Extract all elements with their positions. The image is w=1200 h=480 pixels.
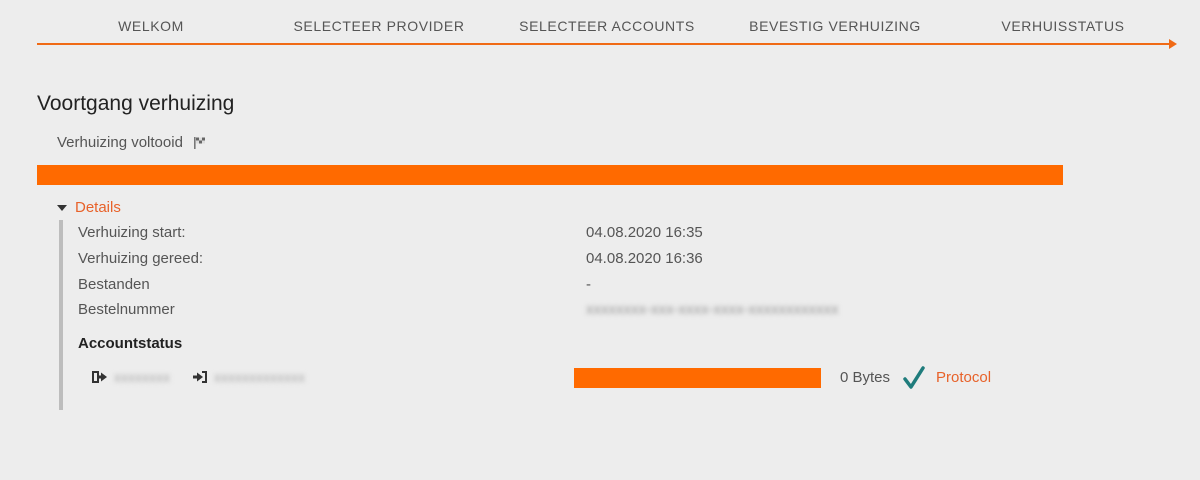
- account-progress-bar: [574, 368, 821, 388]
- sign-in-icon: [192, 369, 208, 385]
- caret-down-icon: [57, 204, 67, 211]
- status-text: Verhuizing voltooid: [57, 134, 183, 151]
- step-bevestig-verhuizing[interactable]: BEVESTIG VERHUIZING: [749, 18, 921, 34]
- detail-label-order: Bestelnummer: [78, 301, 175, 318]
- overall-progress-bar: [37, 165, 1063, 185]
- step-welkom[interactable]: WELKOM: [118, 18, 184, 34]
- detail-label-end: Verhuizing gereed:: [78, 250, 204, 267]
- detail-label-start: Verhuizing start:: [78, 224, 186, 241]
- account-progress-fill: [574, 368, 821, 388]
- detail-value-end: 04.08.2020 16:36: [586, 250, 703, 267]
- status-line: Verhuizing voltooid: [57, 134, 207, 151]
- detail-label-files: Bestanden: [78, 276, 150, 293]
- check-icon: [903, 366, 925, 390]
- step-arrow-icon: [1169, 39, 1177, 49]
- accounts-heading: Accountstatus: [78, 335, 183, 352]
- step-selecteer-accounts[interactable]: SELECTEER ACCOUNTS: [519, 18, 695, 34]
- checkered-flag-icon: [193, 136, 207, 150]
- target-account-name: xxxxxxxxxxxxx: [214, 369, 305, 385]
- protocol-link[interactable]: Protocol: [936, 369, 991, 386]
- source-account-name: xxxxxxxx: [114, 369, 170, 385]
- detail-value-order: xxxxxxxx-xxx-xxxx-xxxx-xxxxxxxxxxxx: [586, 301, 839, 318]
- account-row: xxxxxxxx xxxxxxxxxxxxx 0 Bytes Protocol: [92, 366, 1012, 390]
- detail-value-start: 04.08.2020 16:35: [586, 224, 703, 241]
- page-title: Voortgang verhuizing: [37, 92, 235, 115]
- account-bytes: 0 Bytes: [840, 369, 891, 386]
- step-verhuisstatus[interactable]: VERHUISSTATUS: [1001, 18, 1124, 34]
- sign-out-icon: [92, 369, 108, 385]
- overall-progress-fill: [37, 165, 1063, 185]
- step-progress-line: [37, 43, 1171, 45]
- details-toggle-label: Details: [75, 199, 121, 216]
- wizard-steps: WELKOM SELECTEER PROVIDER SELECTEER ACCO…: [37, 0, 1178, 52]
- details-toggle[interactable]: Details: [57, 199, 121, 216]
- step-selecteer-provider[interactable]: SELECTEER PROVIDER: [293, 18, 464, 34]
- details-divider: [59, 220, 63, 410]
- detail-value-files: -: [586, 276, 591, 293]
